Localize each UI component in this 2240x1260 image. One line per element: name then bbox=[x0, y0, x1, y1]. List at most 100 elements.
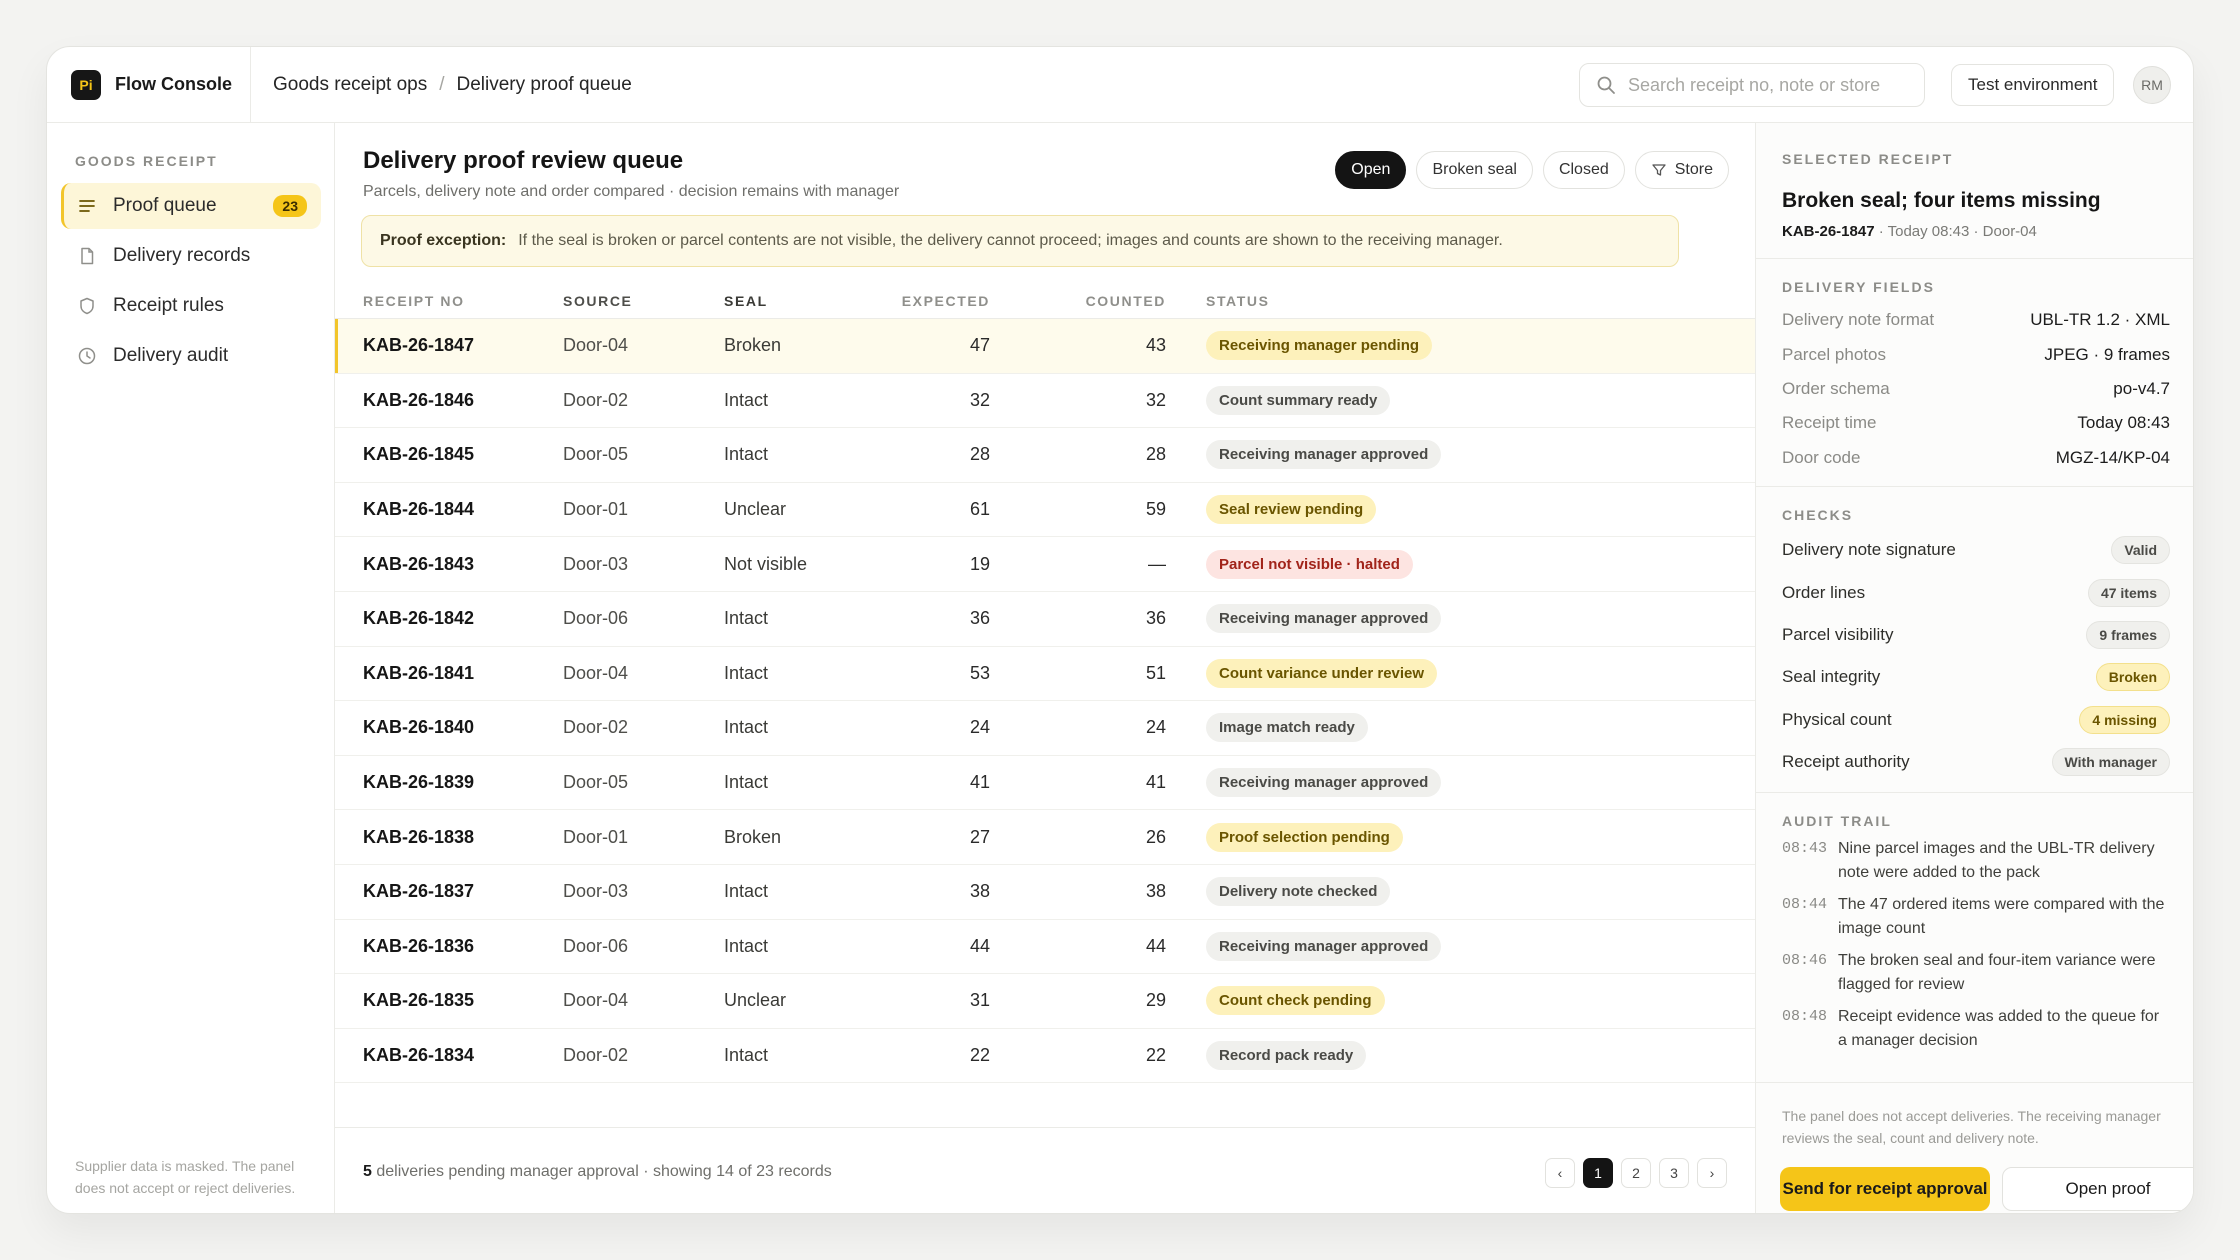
table-row[interactable]: KAB-26-1847 Door-04 Broken 47 43 Receiving ma… bbox=[335, 319, 1755, 374]
footer-summary: 5 deliveries pending manager approval · … bbox=[363, 1163, 832, 1181]
table-row[interactable]: KAB-26-1840 Door-02 Intact 24 24 Image match … bbox=[335, 701, 1755, 756]
selected-receipt-label: SELECTED RECEIPT bbox=[1782, 151, 1954, 167]
status-badge: Count check pending bbox=[1206, 986, 1385, 1016]
filter-store[interactable]: Store bbox=[1634, 151, 1729, 189]
table-row[interactable]: KAB-26-1838 Door-01 Broken 27 26 Proof select… bbox=[335, 810, 1755, 865]
expected-cell: 47 bbox=[969, 335, 990, 356]
source-cell: Door-03 bbox=[563, 881, 629, 902]
counted-cell: 36 bbox=[1145, 608, 1166, 629]
sidebar-item-receipt-rules[interactable]: Receipt rules bbox=[61, 283, 321, 329]
open-proof-button[interactable]: Open proof bbox=[2002, 1167, 2193, 1211]
status-cell: Seal review pending bbox=[1166, 495, 1377, 525]
source-cell: Door-06 bbox=[563, 935, 629, 956]
brand[interactable]: Pi Flow Console bbox=[47, 47, 251, 122]
status-cell: Proof selection pending bbox=[1166, 822, 1403, 852]
filter-open[interactable]: Open bbox=[1335, 151, 1407, 189]
table-row[interactable]: KAB-26-1842 Door-06 Intact 36 36 Receiving ma… bbox=[335, 592, 1755, 647]
delivery-field-key: Order schema bbox=[1782, 378, 1890, 398]
table-row[interactable]: KAB-26-1846 Door-02 Intact 32 32 Count summar… bbox=[335, 374, 1755, 429]
filter-broken-seal[interactable]: Broken seal bbox=[1416, 151, 1533, 189]
sidebar-footer-note: Supplier data is masked. The panel does … bbox=[75, 1158, 296, 1196]
column-header-status[interactable]: STATUS bbox=[1166, 293, 1270, 309]
shield-icon bbox=[80, 297, 94, 315]
search-input[interactable] bbox=[1628, 74, 1918, 96]
prev-page-button[interactable]: ‹ bbox=[1545, 1158, 1575, 1188]
page-2-button[interactable]: 2 bbox=[1621, 1158, 1651, 1188]
breadcrumb-item-goods-receipt-ops[interactable]: Goods receipt ops bbox=[273, 74, 427, 96]
status-cell: Count check pending bbox=[1166, 986, 1385, 1016]
pagination: ‹ 1 2 3 › bbox=[1545, 1158, 1727, 1188]
seal-cell: Broken bbox=[724, 826, 782, 847]
check-row: Seal integrity Broken bbox=[1782, 656, 2170, 698]
sidebar-item-delivery-audit[interactable]: Delivery audit bbox=[61, 333, 321, 379]
filter-closed[interactable]: Closed bbox=[1542, 151, 1625, 189]
selected-receipt-meta: KAB-26-1847 · Today 08:43 · Door-04 bbox=[1782, 223, 2037, 240]
status-cell: Record pack ready bbox=[1166, 1041, 1367, 1071]
counted-cell: 29 bbox=[1145, 990, 1166, 1011]
filter-bar: Open Broken seal Closed Store bbox=[1335, 151, 1729, 189]
receipt-table: RECEIPT NO SOURCE SEAL EXPECTED COUNTED … bbox=[335, 283, 1755, 1084]
sidebar-item-proof-queue[interactable]: Proof queue 23 bbox=[61, 183, 321, 229]
check-status-badge: 4 missing bbox=[2079, 705, 2170, 734]
expected-cell: 32 bbox=[969, 389, 990, 410]
source-cell: Door-02 bbox=[563, 1045, 629, 1066]
check-status-badge: 9 frames bbox=[2086, 620, 2170, 649]
table-row[interactable]: KAB-26-1845 Door-05 Intact 28 28 Receiving ma… bbox=[335, 428, 1755, 483]
column-header-receipt-no[interactable]: RECEIPT NO bbox=[335, 293, 563, 309]
counted-cell: 26 bbox=[1145, 826, 1166, 847]
check-row: Physical count 4 missing bbox=[1782, 699, 2170, 741]
column-header-expected[interactable]: EXPECTED bbox=[888, 293, 990, 309]
counted-cell: — bbox=[1148, 553, 1166, 574]
expected-cell: 44 bbox=[969, 935, 990, 956]
seal-cell: Intact bbox=[724, 935, 769, 956]
counted-cell: 32 bbox=[1145, 389, 1166, 410]
column-header-counted[interactable]: COUNTED bbox=[990, 293, 1166, 309]
table-row[interactable]: KAB-26-1839 Door-05 Intact 41 41 Receiving ma… bbox=[335, 756, 1755, 811]
clock-icon bbox=[78, 347, 96, 365]
table-row[interactable]: KAB-26-1836 Door-06 Intact 44 44 Receiving ma… bbox=[335, 920, 1755, 975]
table-row[interactable]: KAB-26-1844 Door-01 Unclear 61 59 Seal review… bbox=[335, 483, 1755, 538]
counted-cell: 59 bbox=[1145, 499, 1166, 520]
expected-cell: 28 bbox=[969, 444, 990, 465]
table-row[interactable]: KAB-26-1837 Door-03 Intact 38 38 Delivery not… bbox=[335, 865, 1755, 920]
expected-cell: 36 bbox=[969, 608, 990, 629]
selected-receipt-time-door: Today 08:43 · Door-04 bbox=[1887, 223, 2037, 240]
delivery-field-key: Parcel photos bbox=[1782, 344, 1886, 364]
audit-entry: 08:48 Receipt evidence was added to the q… bbox=[1782, 1005, 2170, 1053]
source-cell: Door-04 bbox=[563, 990, 629, 1011]
receipt-no-cell: KAB-26-1838 bbox=[363, 826, 475, 847]
next-page-button[interactable]: › bbox=[1697, 1158, 1727, 1188]
checks-section: CHECKS Delivery note signature Valid Order… bbox=[1756, 487, 2193, 793]
table-row[interactable]: KAB-26-1843 Door-03 Not visible 19 — Parcel n… bbox=[335, 537, 1755, 592]
send-for-approval-button[interactable]: Send for receipt approval bbox=[1780, 1167, 1990, 1211]
search-box[interactable] bbox=[1579, 63, 1925, 107]
check-status-badge: Broken bbox=[2095, 663, 2170, 692]
expected-cell: 31 bbox=[969, 990, 990, 1011]
sidebar-item-delivery-records[interactable]: Delivery records bbox=[61, 233, 321, 279]
column-header-source[interactable]: SOURCE bbox=[563, 293, 724, 309]
page-3-button[interactable]: 3 bbox=[1659, 1158, 1689, 1188]
delivery-field-key: Delivery note format bbox=[1782, 310, 1935, 330]
counted-cell: 43 bbox=[1145, 335, 1166, 356]
delivery-field-row: Parcel photos JPEG · 9 frames bbox=[1782, 337, 2170, 371]
counted-cell: 41 bbox=[1145, 772, 1166, 793]
status-badge: Receiving manager pending bbox=[1206, 331, 1433, 361]
environment-button[interactable]: Test environment bbox=[1951, 64, 2115, 106]
avatar[interactable]: RM bbox=[2133, 66, 2171, 104]
column-header-seal[interactable]: SEAL bbox=[724, 293, 888, 309]
table-row[interactable]: KAB-26-1841 Door-04 Intact 53 51 Count varian… bbox=[335, 647, 1755, 702]
status-cell: Image match ready bbox=[1166, 713, 1368, 743]
seal-cell: Unclear bbox=[724, 990, 787, 1011]
selected-receipt-title: Broken seal; four items missing bbox=[1782, 189, 2101, 212]
table-row[interactable]: KAB-26-1834 Door-02 Intact 22 22 Record pack … bbox=[335, 1029, 1755, 1084]
audit-text: Nine parcel images and the UBL-TR delive… bbox=[1838, 840, 2155, 881]
table-row[interactable]: KAB-26-1835 Door-04 Unclear 31 29 Count check… bbox=[335, 974, 1755, 1029]
main-content: Delivery proof review queue Parcels, del… bbox=[335, 123, 1755, 1213]
page-subtitle: Parcels, delivery note and order compare… bbox=[363, 183, 900, 200]
check-name: Delivery note signature bbox=[1782, 540, 1956, 560]
page-1-button[interactable]: 1 bbox=[1583, 1158, 1613, 1188]
source-cell: Door-03 bbox=[563, 553, 629, 574]
receipt-no-cell: KAB-26-1839 bbox=[363, 772, 475, 793]
sidebar-item-label: Delivery audit bbox=[113, 345, 229, 366]
check-name: Parcel visibility bbox=[1782, 624, 1894, 644]
